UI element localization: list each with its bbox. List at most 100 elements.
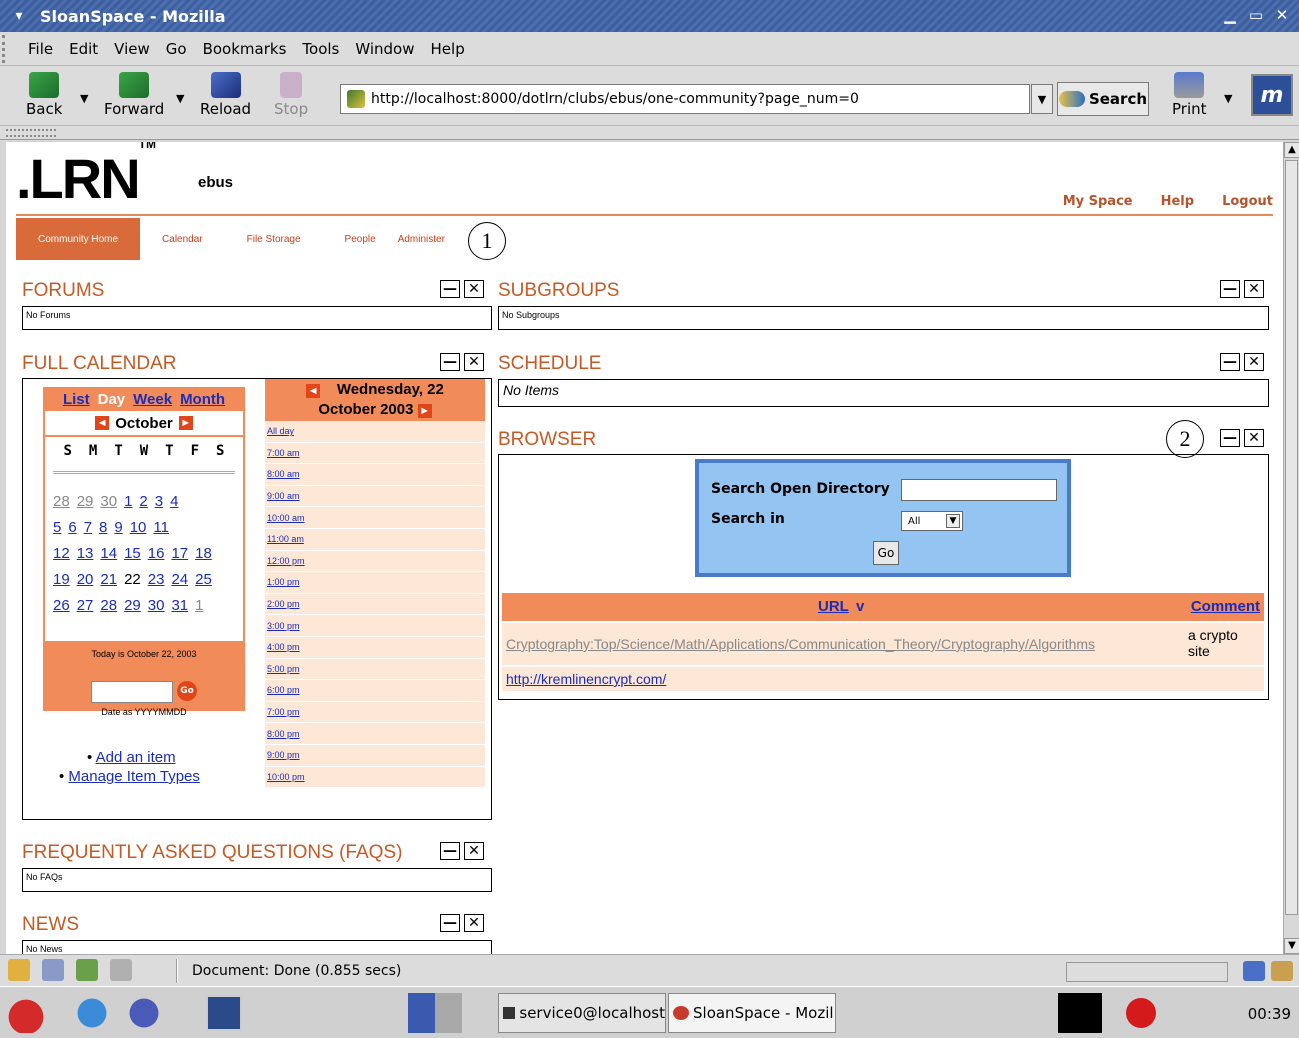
url-field[interactable]: http://localhost:8000/dotlrn/clubs/ebus/… [340,84,1053,114]
prev-month-icon[interactable]: ◄ [95,416,110,430]
address-book-icon[interactable] [110,959,132,981]
calendar-day[interactable]: 5 [53,519,61,536]
menu-help[interactable]: Help [431,40,465,58]
close-portlet-icon[interactable]: ✕ [1244,429,1264,447]
calendar-day[interactable]: 10 [130,519,147,536]
close-portlet-icon[interactable]: ✕ [464,914,484,932]
window-menu-icon[interactable]: ▾ [6,3,32,29]
print-button[interactable]: Print [1172,72,1207,118]
calendar-day[interactable]: 15 [124,545,141,562]
menu-tools[interactable]: Tools [302,40,339,58]
security-lock-icon[interactable] [1271,961,1293,981]
view-month[interactable]: Month [180,391,225,408]
calendar-day[interactable]: 2 [139,493,147,510]
category-link[interactable]: Cryptography:Top/Science/Math/Applicatio… [506,636,1095,652]
tab-administer[interactable]: Administer [386,218,449,260]
manage-item-types-link[interactable]: Manage Item Types [68,768,199,785]
toolbar-grip[interactable] [6,129,56,137]
online-status-icon[interactable] [1243,961,1265,981]
mozilla-logo-icon[interactable]: m [1251,74,1293,116]
calendar-day[interactable]: 1 [195,597,203,614]
calendar-day[interactable]: 9 [114,519,122,536]
directory-search-input[interactable] [901,479,1057,501]
calendar-day[interactable]: 3 [155,493,163,510]
web-browser-icon[interactable] [72,993,112,1033]
hour-link[interactable]: 5:00 pm [267,664,300,674]
calendar-day[interactable]: 1 [124,493,132,510]
help-link[interactable]: Help [1161,194,1194,209]
calendar-day[interactable]: 8 [99,519,107,536]
minimize-icon[interactable]: ▁ [1219,4,1241,26]
hour-link[interactable]: 7:00 am [267,448,300,458]
view-week[interactable]: Week [133,391,172,408]
calendar-day[interactable]: 21 [100,571,117,588]
calendar-day[interactable]: 13 [77,545,94,562]
redhat-menu-icon[interactable] [6,993,46,1033]
search-in-select[interactable]: All ▼ [901,511,963,531]
calendar-day[interactable]: 6 [68,519,76,536]
shade-icon[interactable]: — [1220,280,1240,298]
calendar-day[interactable]: 16 [148,545,165,562]
hour-link[interactable]: 10:00 am [267,513,305,523]
forward-dropdown-icon[interactable]: ▼ [176,92,184,105]
shade-icon[interactable]: — [1220,353,1240,371]
update-alert-icon[interactable] [1126,998,1156,1028]
toolbar-grip[interactable] [2,34,12,63]
terminal-icon[interactable] [206,995,242,1031]
calendar-day[interactable]: 23 [148,571,165,588]
close-portlet-icon[interactable]: ✕ [464,280,484,298]
calendar-day[interactable]: 27 [77,597,94,614]
calendar-day[interactable]: 28 [53,493,70,510]
calendar-day[interactable]: 18 [195,545,212,562]
calendar-day[interactable]: 4 [170,493,178,510]
hour-link[interactable]: 6:00 pm [267,685,300,695]
directory-go-button[interactable]: Go [873,541,899,565]
reload-button[interactable]: Reload [200,72,251,118]
search-button[interactable]: Search [1057,82,1149,116]
next-day-icon[interactable]: ► [417,404,432,418]
task-terminal[interactable]: service0@localhost [498,993,666,1033]
url-column-header[interactable]: URL [818,598,849,615]
vertical-scrollbar[interactable]: ▲ ▼ [1283,142,1299,954]
view-list[interactable]: List [63,391,90,408]
email-client-icon[interactable] [124,993,164,1033]
goto-date-input[interactable] [91,681,173,703]
menu-file[interactable]: File [28,40,53,58]
calendar-day[interactable]: 29 [77,493,94,510]
close-portlet-icon[interactable]: ✕ [464,353,484,371]
goto-date-button[interactable]: Go [177,681,197,701]
menu-window[interactable]: Window [355,40,414,58]
hour-link[interactable]: 3:00 pm [267,621,300,631]
back-dropdown-icon[interactable]: ▼ [80,92,88,105]
hour-link[interactable]: 2:00 pm [267,599,300,609]
next-month-icon[interactable]: ► [178,416,193,430]
hour-link[interactable]: 9:00 am [267,491,300,501]
tab-people[interactable]: People [323,218,386,260]
calendar-day[interactable]: 30 [148,597,165,614]
calendar-day[interactable]: 24 [171,571,188,588]
hour-link[interactable]: 12:00 pm [267,556,305,566]
back-button[interactable]: Back [26,72,62,118]
tab-community-home[interactable]: Community Home [16,218,141,260]
print-dropdown-icon[interactable]: ▼ [1224,92,1232,105]
scroll-thumb[interactable] [1285,160,1298,915]
close-portlet-icon[interactable]: ✕ [1244,353,1264,371]
calendar-day[interactable]: 30 [100,493,117,510]
calendar-day[interactable]: 7 [84,519,92,536]
calendar-day[interactable]: 17 [171,545,188,562]
hour-link[interactable]: 1:00 pm [267,577,300,587]
close-portlet-icon[interactable]: ✕ [464,842,484,860]
dotlrn-logo[interactable]: .LRNTM [16,142,156,211]
calendar-day[interactable]: 11 [153,519,169,536]
calendar-day[interactable]: 26 [53,597,70,614]
close-icon[interactable]: ✕ [1271,4,1293,26]
shade-icon[interactable]: — [440,914,460,932]
shade-icon[interactable]: — [440,280,460,298]
menu-view[interactable]: View [114,40,150,58]
calendar-day[interactable]: 19 [53,571,70,588]
hour-link[interactable]: 11:00 am [267,534,304,544]
hour-link[interactable]: 4:00 pm [267,642,300,652]
cpu-monitor-icon[interactable] [1058,993,1102,1033]
window-titlebar[interactable]: ▾ SloanSpace - Mozilla ▁ ▭ ✕ [0,0,1299,32]
prev-day-icon[interactable]: ◄ [306,384,321,398]
